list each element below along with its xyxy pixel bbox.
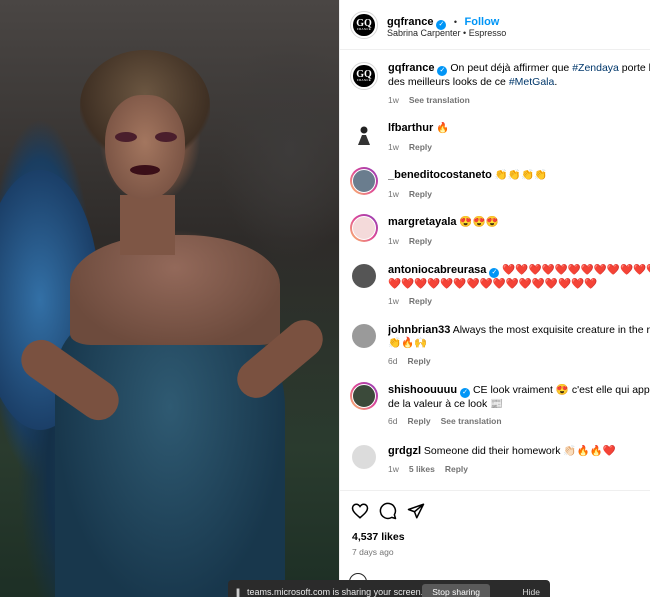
post-age: 7 days ago [352, 547, 394, 557]
reply-button[interactable]: Reply [409, 189, 432, 199]
caption-text-4: . [554, 76, 558, 88]
commenter-avatar[interactable] [352, 324, 376, 348]
reply-button[interactable]: Reply [407, 356, 430, 366]
reply-button[interactable]: Reply [409, 142, 432, 152]
face [105, 95, 185, 200]
like-heart-icon[interactable] [350, 501, 370, 521]
comment-text: CE look vraiment 😍 c'est elle qui apport… [472, 384, 650, 396]
verified-icon: ✓ [437, 66, 448, 76]
reply-button[interactable]: Reply [409, 296, 432, 306]
stop-sharing-button[interactable]: Stop sharing [422, 584, 490, 597]
commenter-avatar[interactable] [352, 445, 376, 469]
eye-right [155, 132, 177, 142]
comment-username[interactable]: johnbrian33 [388, 324, 450, 336]
screen-share-message: teams.microsoft.com is sharing your scre… [247, 587, 424, 597]
audio-track[interactable]: Sabrina Carpenter • Espresso [387, 28, 506, 38]
commenter-avatar[interactable] [352, 123, 376, 147]
see-translation-button[interactable]: See translation [441, 416, 502, 426]
gq-logo: GQ FRANCE [353, 14, 375, 36]
comment-text: Always the most exquisite creature in th… [452, 324, 650, 336]
comment-username[interactable]: margretayala [388, 216, 457, 228]
screen-share-banner: || teams.microsoft.com is sharing your s… [228, 580, 550, 597]
comment-username[interactable]: _beneditocostaneto [388, 169, 492, 181]
lips [130, 165, 160, 175]
comment-text: ❤️❤️❤️❤️❤️❤️❤️❤️❤️❤️❤️❤️ [502, 264, 650, 276]
verified-icon: ✓ [460, 388, 471, 398]
comment-item: johnbrian33 Always the most exquisite cr… [350, 322, 650, 377]
likes-count[interactable]: 4,537 likes [352, 531, 405, 543]
comment-text: Someone did their homework 👏🏻🔥🔥❤️ [423, 445, 616, 457]
comment-username[interactable]: antoniocabreurasa [388, 264, 486, 276]
hide-button[interactable]: Hide [523, 584, 540, 597]
caption-text-2: porte l'un [621, 62, 650, 74]
verified-icon: ✓ [489, 268, 500, 278]
comment-likes[interactable]: 5 likes [409, 464, 435, 474]
pause-icon: || [236, 587, 240, 597]
neck [120, 195, 175, 255]
comment-username[interactable]: grdgzl [388, 445, 421, 457]
author-avatar[interactable]: GQ FRANCE [350, 11, 378, 39]
comment-text-continued: 👏🔥🙌 [388, 337, 428, 349]
follow-button[interactable]: Follow [465, 16, 500, 28]
hashtag-zendaya[interactable]: #Zendaya [572, 62, 619, 74]
dot-separator: • [453, 17, 458, 27]
shoulders [70, 235, 280, 345]
caption-avatar[interactable]: GQ FRANCE [350, 62, 378, 90]
comment-item: lfbarthur 🔥 1w Reply [350, 120, 650, 160]
caption-text-3: des meilleurs looks de ce [388, 76, 509, 88]
post-header: GQ FRANCE gqfrance ✓ • Follow Sabrina Carp… [340, 0, 650, 50]
commenter-avatar[interactable] [350, 167, 378, 195]
comment-text: 🔥 [436, 122, 450, 134]
post-photo[interactable] [0, 0, 339, 597]
see-translation-button[interactable]: See translation [409, 95, 470, 105]
commenter-avatar[interactable] [350, 382, 378, 410]
comment-item: shishoouuuu ✓ CE look vraiment 😍 c'est el… [350, 382, 650, 437]
hashtag-metgala[interactable]: #MetGala [509, 76, 555, 88]
comment-time: 1w [388, 236, 399, 246]
comment-text: 😍😍😍 [459, 216, 499, 228]
reply-button[interactable]: Reply [445, 464, 468, 474]
comment-time: 1w [388, 189, 399, 199]
commenter-avatar[interactable] [352, 264, 376, 288]
comment-time: 6d [388, 356, 398, 366]
comment-item: _beneditocostaneto 👏👏👏👏 1w Reply [350, 167, 650, 207]
caption-username[interactable]: gqfrance [388, 62, 434, 74]
eye-left [115, 132, 137, 142]
comment-item: margretayala 😍😍😍 1w Reply [350, 214, 650, 254]
comment-username[interactable]: shishoouuuu [388, 384, 457, 396]
caption: GQ FRANCE gqfrance ✓ On peut déjà affirmer… [350, 60, 650, 110]
caption-time: 1w [388, 95, 399, 105]
caption-text-1: On peut déjà affirmer que [450, 62, 573, 74]
author-username[interactable]: gqfrance [387, 16, 433, 28]
reply-button[interactable]: Reply [407, 416, 430, 426]
share-send-icon[interactable] [406, 501, 426, 521]
comment-time: 1w [388, 464, 399, 474]
comment-text-continued: de la valeur à ce look 📰 [388, 398, 504, 410]
comment-bubble-icon[interactable] [378, 501, 398, 521]
gq-logo: GQ FRANCE [353, 65, 375, 87]
comment-time: 1w [388, 296, 399, 306]
comment-item: antoniocabreurasa ✓ ❤️❤️❤️❤️❤️❤️❤️❤️❤️❤️❤… [350, 262, 650, 317]
comment-username[interactable]: lfbarthur [388, 122, 433, 134]
commenter-avatar[interactable] [350, 214, 378, 242]
comment-time: 1w [388, 142, 399, 152]
post-side-panel: GQ FRANCE gqfrance ✓ • Follow Sabrina Carp… [339, 0, 650, 597]
comment-time: 6d [388, 416, 398, 426]
comment-item: grdgzl Someone did their homework 👏🏻🔥🔥❤️… [350, 443, 650, 483]
comment-text: 👏👏👏👏 [494, 169, 548, 181]
reply-button[interactable]: Reply [409, 236, 432, 246]
comment-text-continued: ❤️❤️❤️❤️❤️❤️❤️❤️❤️❤️❤️❤️❤️❤️❤️❤️ [388, 278, 598, 290]
